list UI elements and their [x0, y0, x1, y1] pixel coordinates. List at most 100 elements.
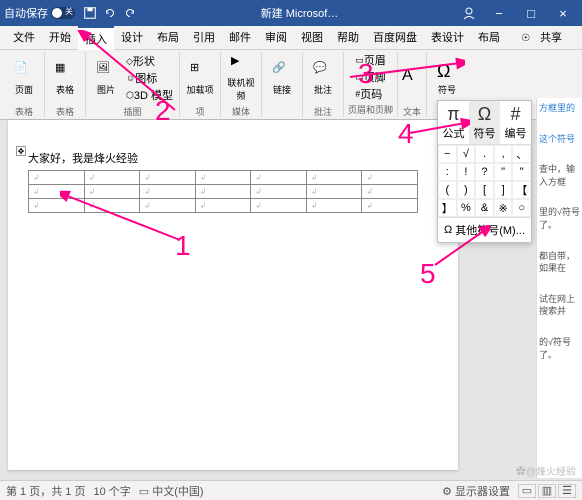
save-icon[interactable]	[83, 6, 97, 20]
menu-review[interactable]: 审阅	[258, 26, 294, 50]
status-bar: 第 1 页，共 1 页 10 个字 ▭ 中文(中国) ⚙ 显示器设置 ▭ ▥ ☰	[0, 480, 582, 500]
table-row: ↲↲↲↲↲↲↲	[29, 171, 418, 185]
group-media: ▶联机视频 媒体	[221, 52, 262, 117]
symbol-cell[interactable]: )	[457, 181, 476, 199]
undo-icon[interactable]	[103, 6, 117, 20]
menu-baidu[interactable]: 百度网盘	[366, 26, 424, 50]
textbox-button[interactable]: A	[402, 52, 422, 104]
omega-icon: Ω	[444, 224, 452, 236]
page-icon: 📄	[14, 61, 34, 81]
menu-tlayout[interactable]: 布局	[471, 26, 507, 50]
symbol-button[interactable]: Ω符号	[431, 52, 463, 104]
symbol-cell[interactable]: √	[457, 145, 476, 163]
symbol-cell[interactable]: :	[438, 163, 457, 181]
share-button[interactable]: ☉ 共享	[514, 26, 576, 50]
symbol-cell[interactable]: 【	[512, 181, 531, 199]
icons-button[interactable]: ☺图标	[124, 70, 175, 86]
table[interactable]: ↲↲↲↲↲↲↲ ↲↲↲↲↲↲↲ ↲↲↲↲↲↲↲	[28, 170, 418, 213]
autosave-state: 关	[65, 6, 73, 17]
titlebar: 自动保存 关 新建 Microsof… − □ ×	[0, 0, 582, 26]
close-icon[interactable]: ×	[548, 0, 578, 26]
menu-ref[interactable]: 引用	[186, 26, 222, 50]
equation-tab[interactable]: π公式	[438, 101, 469, 144]
symbol-cell[interactable]: &	[475, 199, 494, 217]
menu-insert[interactable]: 插入	[78, 26, 114, 50]
menu-view[interactable]: 视图	[294, 26, 330, 50]
minimize-icon[interactable]: −	[484, 0, 514, 26]
omega-icon: Ω	[437, 61, 457, 81]
display-settings[interactable]: ⚙ 显示器设置	[442, 483, 510, 499]
user-icon[interactable]	[462, 6, 476, 20]
group-label	[281, 105, 284, 117]
addin-icon: ⊞	[190, 61, 210, 81]
table-handle-icon[interactable]: ✥	[16, 146, 26, 156]
link-icon: 🔗	[272, 61, 292, 81]
table-icon: ▦	[55, 61, 75, 81]
menu-help[interactable]: 帮助	[330, 26, 366, 50]
symbol-cell[interactable]: ]	[494, 181, 513, 199]
symbol-cell[interactable]: [	[475, 181, 494, 199]
document-area[interactable]: ✥ 大家好，我是烽火经验 ↲↲↲↲↲↲↲ ↲↲↲↲↲↲↲ ↲↲↲↲↲↲↲	[8, 120, 458, 470]
menu-layout[interactable]: 布局	[150, 26, 186, 50]
symbol-cell[interactable]: !	[457, 163, 476, 181]
shapes-button[interactable]: ◇形状	[124, 53, 175, 69]
menu-start[interactable]: 开始	[42, 26, 78, 50]
print-view-icon[interactable]: ▥	[538, 484, 556, 498]
picture-button[interactable]: 🖼图片	[90, 52, 122, 104]
group-label: 媒体	[232, 104, 250, 119]
side-panel: 方框里的 这个符号 查中，输入方框 里的√符号了。 都自带，如果在 试在网上搜索…	[536, 98, 582, 478]
group-label: 表格	[15, 104, 33, 119]
annotation-number: 2	[155, 95, 171, 127]
group-label: 页眉和页脚	[348, 102, 393, 117]
group-comment: 💬批注 批注	[303, 52, 344, 117]
symbol-cell[interactable]: ○	[512, 199, 531, 217]
maximize-icon[interactable]: □	[516, 0, 546, 26]
word-count[interactable]: 10 个字	[93, 483, 130, 499]
side-text: 这个符号	[539, 133, 580, 146]
symbol-cell[interactable]: 】	[438, 199, 457, 217]
symbol-cell[interactable]: "	[494, 163, 513, 181]
annotation-number: 3	[358, 58, 374, 90]
symbol-cell[interactable]: .	[475, 145, 494, 163]
redo-icon[interactable]	[123, 6, 137, 20]
pi-icon: π	[447, 104, 459, 125]
group-label: 文本	[403, 104, 421, 119]
menu-design[interactable]: 设计	[114, 26, 150, 50]
web-view-icon[interactable]: ☰	[558, 484, 576, 498]
menu-tdesign[interactable]: 表设计	[424, 26, 471, 50]
doc-text[interactable]: 大家好，我是烽火经验	[28, 150, 438, 166]
menu-file[interactable]: 文件	[6, 26, 42, 50]
group-label: 项	[195, 104, 204, 119]
focus-view-icon[interactable]: ▭	[518, 484, 536, 498]
symbol-cell[interactable]: 、	[512, 145, 531, 163]
group-label: 表格	[56, 104, 74, 119]
symbol-cell[interactable]: (	[438, 181, 457, 199]
menu-mail[interactable]: 邮件	[222, 26, 258, 50]
autosave-toggle[interactable]: 关	[51, 7, 75, 19]
symbol-cell[interactable]: ※	[494, 199, 513, 217]
comment-button[interactable]: 💬批注	[307, 52, 339, 104]
symbol-cell[interactable]: −	[438, 145, 457, 163]
page-button[interactable]: 📄页面	[8, 52, 40, 104]
video-button[interactable]: ▶联机视频	[225, 52, 257, 104]
more-symbols-button[interactable]: Ω其他符号(M)...	[438, 217, 531, 242]
number-tab[interactable]: #编号	[500, 101, 531, 144]
side-text: 试在网上搜索并	[539, 293, 580, 318]
table-button[interactable]: ▦表格	[49, 52, 81, 104]
page-count[interactable]: 第 1 页，共 1 页	[6, 483, 85, 499]
addin-button[interactable]: ⊞加载项	[184, 52, 216, 104]
autosave[interactable]: 自动保存 关	[4, 5, 75, 21]
symbol-cell[interactable]: %	[457, 199, 476, 217]
symbol-cell[interactable]: ?	[475, 163, 494, 181]
symbol-tab[interactable]: Ω符号	[469, 101, 500, 144]
symbol-cell[interactable]: "	[512, 163, 531, 181]
lang-button[interactable]: ▭ 中文(中国)	[139, 483, 204, 499]
annotation-number: 1	[175, 230, 191, 262]
side-text: 的√符号了。	[539, 336, 580, 361]
menu-bar: 文件 开始 插入 设计 布局 引用 邮件 审阅 视图 帮助 百度网盘 表设计 布…	[0, 26, 582, 50]
symbol-cell[interactable]: ,	[494, 145, 513, 163]
link-button[interactable]: 🔗链接	[266, 53, 298, 105]
group-label: 批注	[314, 104, 332, 119]
group-text: A 文本	[398, 52, 427, 117]
side-text: 都自带，如果在	[539, 250, 580, 275]
